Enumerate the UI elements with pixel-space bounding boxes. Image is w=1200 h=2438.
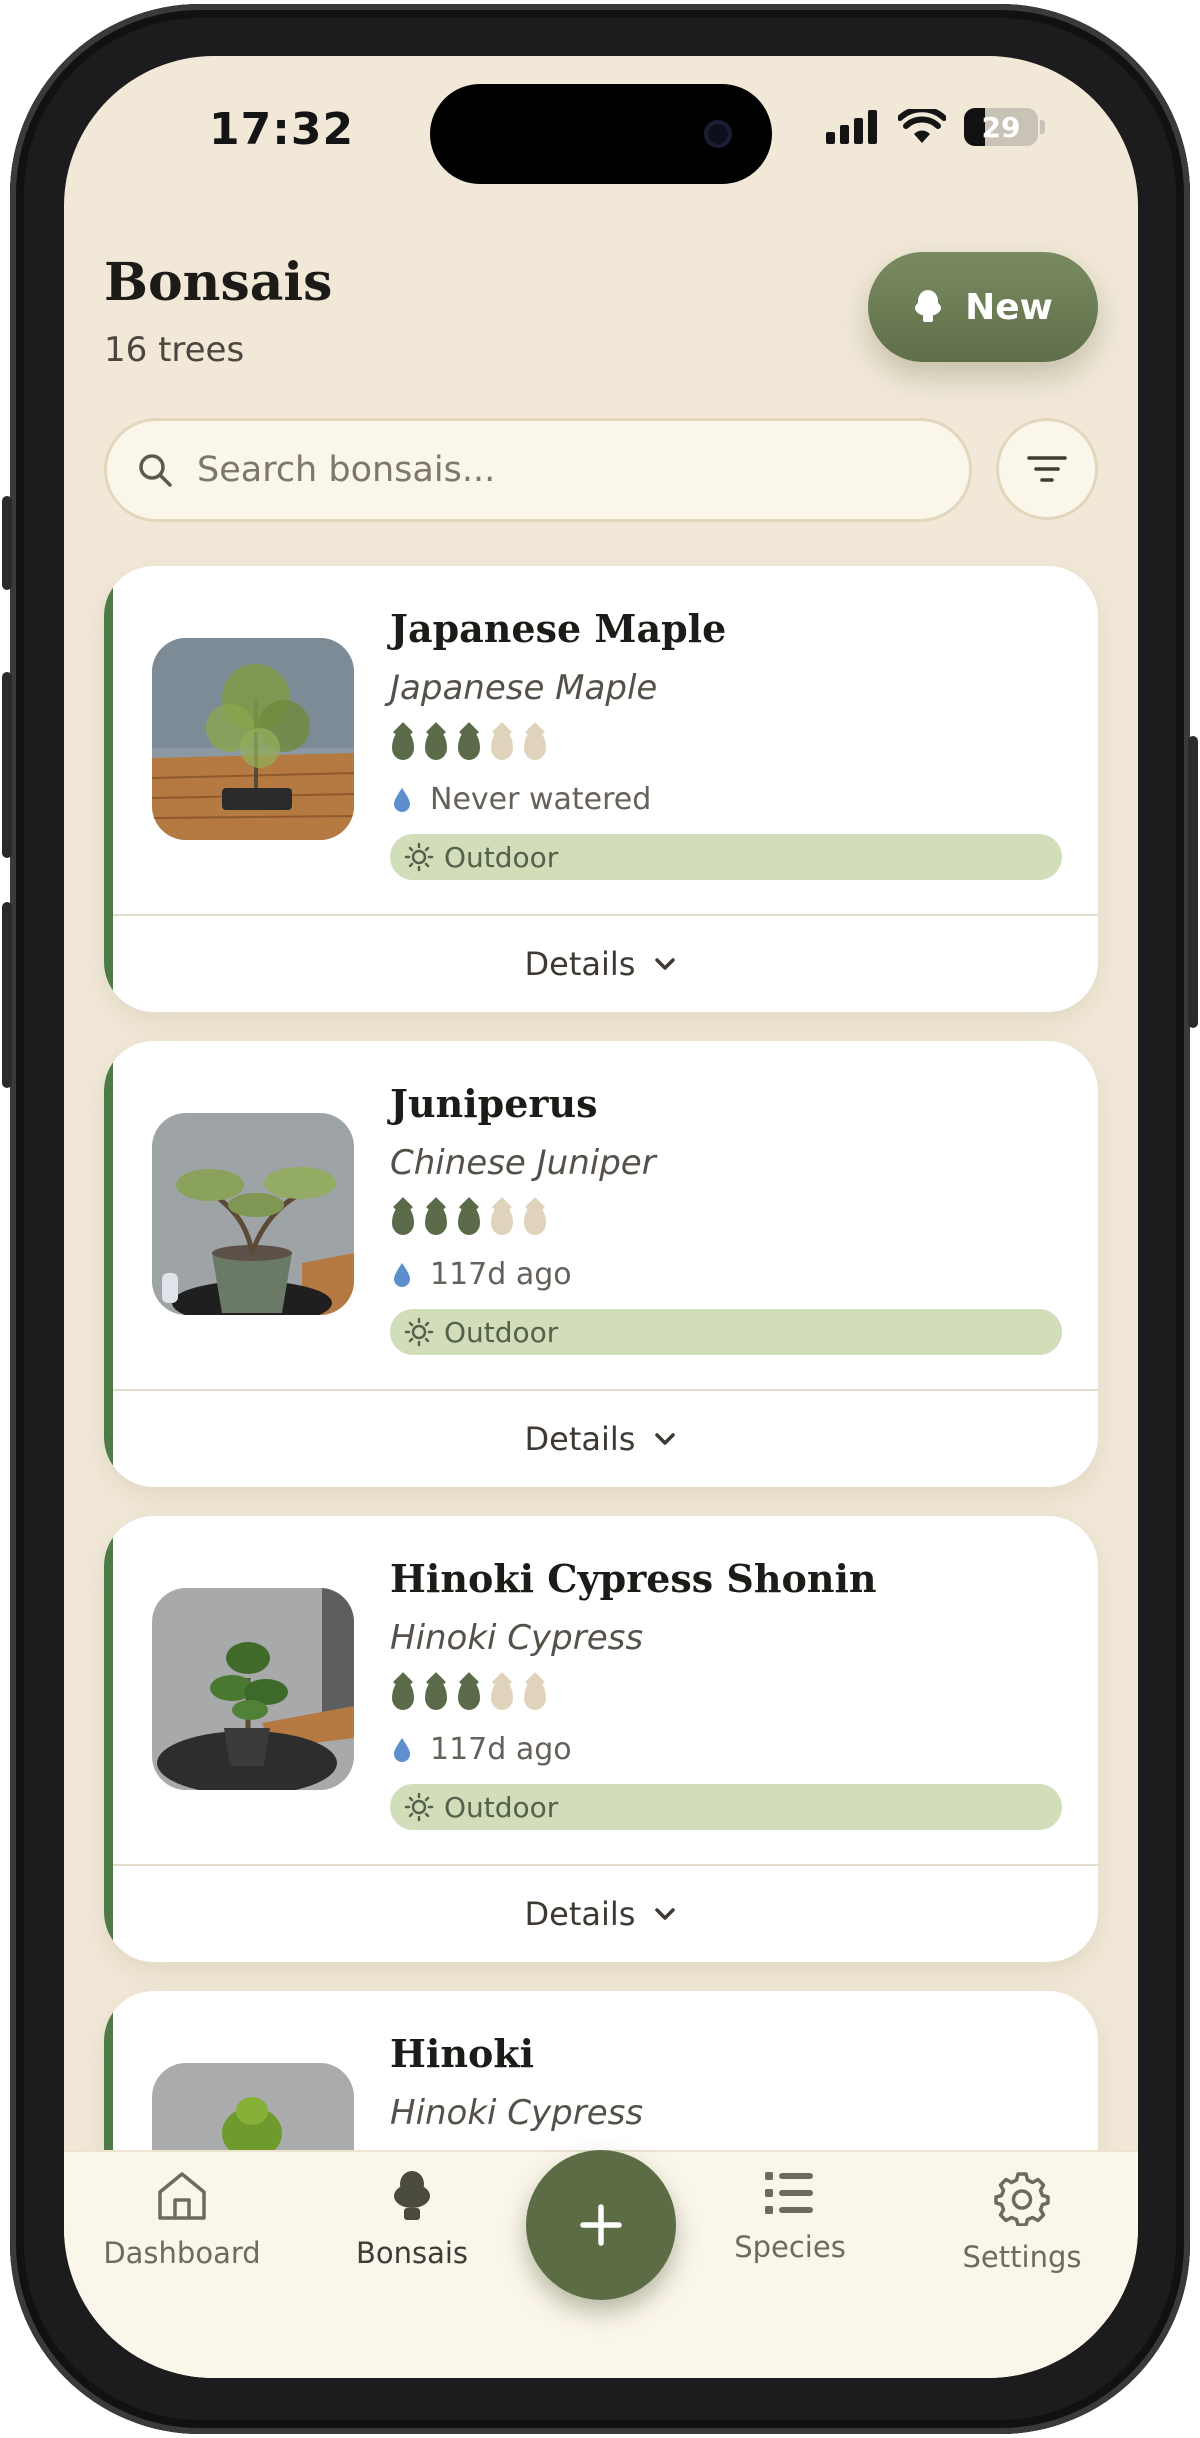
battery-level: 29 <box>981 111 1021 144</box>
water-drop-icon <box>392 1205 414 1235</box>
location-text: Outdoor <box>444 1790 559 1824</box>
bonsai-card[interactable]: Japanese Maple Japanese Maple Never wate… <box>104 566 1098 1012</box>
add-bonsai-fab[interactable] <box>526 2150 676 2300</box>
location-badge: Outdoor <box>390 1309 1062 1355</box>
sun-icon <box>404 1317 434 1347</box>
gear-icon <box>994 2172 1050 2226</box>
nav-label-settings: Settings <box>962 2240 1082 2274</box>
last-watered-text: 117d ago <box>430 1257 572 1292</box>
bonsai-photo <box>152 1588 354 1790</box>
chevron-down-icon <box>655 958 676 970</box>
water-need-rating <box>392 730 546 760</box>
water-drop-icon <box>458 1680 480 1710</box>
water-drop-icon <box>458 730 480 760</box>
bonsai-name: Hinoki <box>390 2031 535 2076</box>
details-toggle[interactable]: Details <box>104 1866 1098 1962</box>
water-need-rating <box>392 1205 546 1235</box>
action-button <box>2 496 12 590</box>
nav-label-species: Species <box>734 2230 846 2264</box>
water-drop-icon <box>491 1205 513 1235</box>
details-label: Details <box>524 945 636 983</box>
nav-item-settings[interactable]: Settings <box>922 2170 1122 2274</box>
bonsai-name: Juniperus <box>390 1081 598 1126</box>
nav-label-bonsais: Bonsais <box>355 2236 469 2270</box>
last-watered: 117d ago <box>392 1732 572 1767</box>
water-drop-icon <box>425 1680 447 1710</box>
location-text: Outdoor <box>444 840 559 874</box>
water-drop-icon <box>524 1680 546 1710</box>
power-button <box>1188 736 1198 1028</box>
bonsai-tree-icon <box>915 290 942 322</box>
plus-icon <box>580 2204 622 2246</box>
new-button-label: New <box>965 286 1053 328</box>
status-time: 17:32 <box>209 104 355 155</box>
bonsai-species: Japanese Maple <box>390 668 658 708</box>
chevron-down-icon <box>655 1433 676 1445</box>
water-drop-icon <box>491 1680 513 1710</box>
water-drop-icon <box>394 1262 410 1287</box>
bonsai-species: Chinese Juniper <box>390 1143 656 1183</box>
water-drop-icon <box>524 1205 546 1235</box>
nav-item-bonsais[interactable]: Bonsais <box>312 2170 512 2270</box>
sun-icon <box>404 1792 434 1822</box>
last-watered: Never watered <box>392 782 651 817</box>
wifi-icon <box>898 109 946 143</box>
chevron-down-icon <box>655 1908 676 1920</box>
bonsai-name: Japanese Maple <box>390 606 727 651</box>
bonsai-card[interactable]: Hinoki Cypress Shonin Hinoki Cypress 117… <box>104 1516 1098 1962</box>
status-icons: 29 <box>826 106 1045 148</box>
dynamic-island <box>430 84 772 184</box>
list-icon <box>765 2172 813 2214</box>
bonsai-name: Hinoki Cypress Shonin <box>390 1556 877 1601</box>
nav-item-species[interactable]: Species <box>690 2170 890 2264</box>
filter-icon <box>1027 456 1067 482</box>
search-icon <box>139 454 172 487</box>
details-toggle[interactable]: Details <box>104 1391 1098 1487</box>
nav-label-dashboard: Dashboard <box>103 2236 261 2270</box>
last-watered-text: Never watered <box>430 782 652 817</box>
app-screen: 17:32 29 Bonsais 16 trees New Search bon… <box>64 56 1138 2378</box>
water-drop-icon <box>425 730 447 760</box>
water-need-rating <box>392 1680 546 1710</box>
bonsai-species: Hinoki Cypress <box>390 1618 644 1658</box>
details-label: Details <box>524 1895 636 1933</box>
volume-down-button <box>2 902 12 1088</box>
water-drop-icon <box>524 730 546 760</box>
bonsai-species: Hinoki Cypress <box>390 2093 644 2133</box>
home-icon <box>158 2172 206 2220</box>
water-drop-icon <box>394 787 410 812</box>
water-drop-icon <box>425 1205 447 1235</box>
location-badge: Outdoor <box>390 1784 1062 1830</box>
cellular-signal-icon <box>826 110 877 144</box>
search-placeholder: Search bonsais... <box>197 450 496 490</box>
bonsai-photo <box>152 638 354 840</box>
location-text: Outdoor <box>444 1315 559 1349</box>
tree-count: 16 trees <box>104 330 245 370</box>
filter-button[interactable] <box>996 418 1098 520</box>
volume-up-button <box>2 672 12 858</box>
water-drop-icon <box>392 1680 414 1710</box>
details-label: Details <box>524 1420 636 1458</box>
search-input[interactable]: Search bonsais... <box>104 418 972 522</box>
location-badge: Outdoor <box>390 834 1062 880</box>
bonsai-photo <box>152 1113 354 1315</box>
bonsai-card[interactable]: Juniperus Chinese Juniper 117d ago Outdo… <box>104 1041 1098 1487</box>
water-drop-icon <box>392 730 414 760</box>
water-drop-icon <box>458 1205 480 1235</box>
nav-item-dashboard[interactable]: Dashboard <box>82 2170 282 2270</box>
last-watered-text: 117d ago <box>430 1732 572 1767</box>
new-bonsai-button[interactable]: New <box>868 252 1098 362</box>
details-toggle[interactable]: Details <box>104 916 1098 1012</box>
bonsai-tree-icon <box>394 2171 430 2220</box>
battery-icon: 29 <box>964 108 1038 146</box>
last-watered: 117d ago <box>392 1257 572 1292</box>
page-title: Bonsais <box>104 252 333 313</box>
water-drop-icon <box>491 730 513 760</box>
water-drop-icon <box>394 1737 410 1762</box>
sun-icon <box>404 842 434 872</box>
